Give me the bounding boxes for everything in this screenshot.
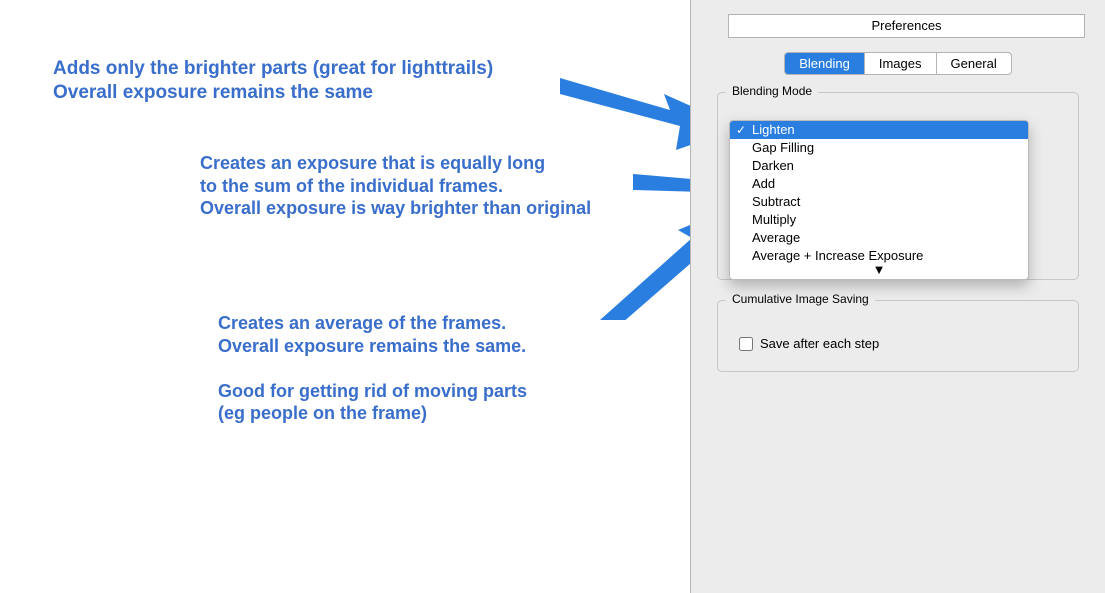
save-after-each-step-checkbox[interactable] — [739, 337, 753, 351]
option-add[interactable]: Add — [730, 175, 1028, 193]
group-blending-mode-legend: Blending Mode — [726, 84, 818, 98]
preferences-panel: Preferences Blending Images General Blen… — [690, 0, 1105, 593]
option-darken[interactable]: Darken — [730, 157, 1028, 175]
option-multiply[interactable]: Multiply — [730, 211, 1028, 229]
tab-blending[interactable]: Blending — [785, 53, 865, 74]
tab-segment: Blending Images General — [784, 52, 1012, 75]
annotation-add: Creates an exposure that is equally long… — [200, 152, 591, 220]
option-average-increase-exposure[interactable]: Average + Increase Exposure — [730, 247, 1028, 265]
preferences-titlebar: Preferences — [728, 14, 1085, 38]
option-subtract[interactable]: Subtract — [730, 193, 1028, 211]
group-cumulative-saving-legend: Cumulative Image Saving — [726, 292, 875, 306]
save-after-each-step-row[interactable]: Save after each step — [739, 336, 879, 351]
tabs-container: Blending Images General — [691, 52, 1105, 75]
dropdown-more-icon[interactable]: ▼ — [730, 265, 1028, 279]
annotation-lighten: Adds only the brighter parts (great for … — [53, 57, 493, 105]
save-after-each-step-label: Save after each step — [760, 336, 879, 351]
blending-mode-dropdown[interactable]: Lighten Gap Filling Darken Add Subtract … — [729, 120, 1029, 280]
tab-images[interactable]: Images — [865, 53, 937, 74]
option-lighten[interactable]: Lighten — [730, 121, 1028, 139]
tab-general[interactable]: General — [937, 53, 1011, 74]
option-gap-filling[interactable]: Gap Filling — [730, 139, 1028, 157]
annotation-average: Creates an average of the frames. Overal… — [218, 312, 527, 425]
option-average[interactable]: Average — [730, 229, 1028, 247]
